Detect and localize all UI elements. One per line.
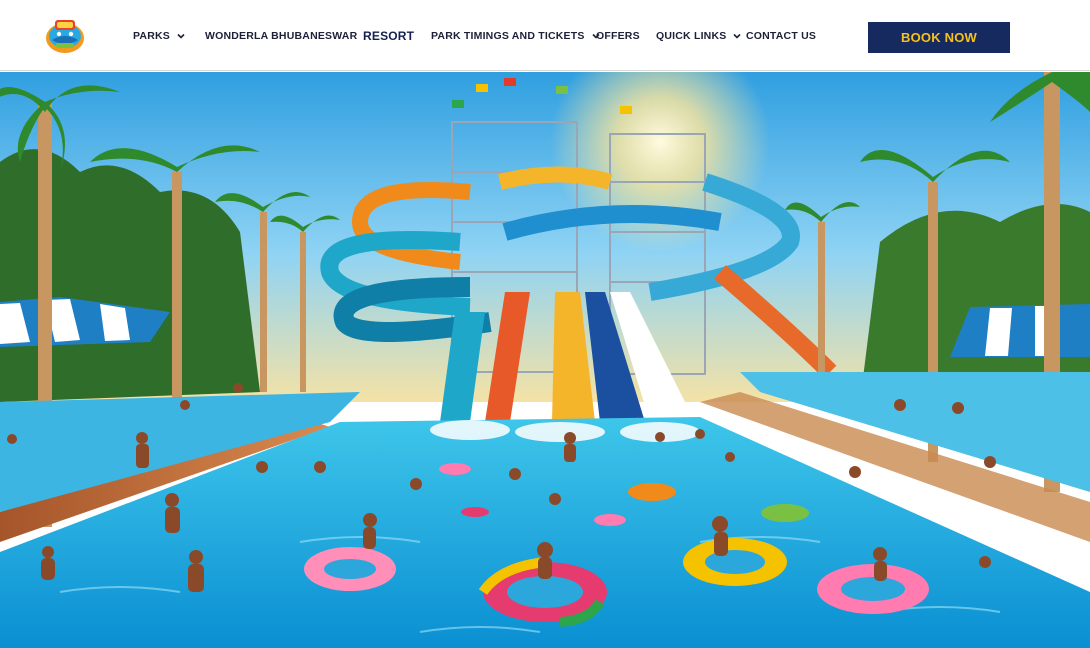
nav-item-label: CONTACT US: [746, 29, 817, 42]
nav-item-wonderla-bhubaneswar[interactable]: WONDERLA BHUBANESWAR: [205, 0, 357, 71]
nav-item-offers[interactable]: OFFERS: [596, 0, 640, 71]
chevron-down-icon: [176, 31, 186, 41]
water-park-illustration: [0, 72, 1090, 648]
nav-item-contact-us[interactable]: CONTACT US: [746, 0, 816, 71]
site-header: PARKS WONDERLA BHUBANESWAR RESORT PARK T…: [0, 0, 1090, 71]
nav-item-parks[interactable]: PARKS: [133, 0, 186, 71]
book-now-button[interactable]: BOOK NOW: [868, 22, 1010, 53]
nav-item-label: WONDERLA BHUBANESWAR: [205, 29, 358, 42]
nav-item-quick-links[interactable]: QUICK LINKS: [656, 0, 742, 71]
nav-item-label: RESORT: [363, 28, 415, 43]
chevron-down-icon: [732, 31, 742, 41]
nav-item-label: PARK TIMINGS AND TICKETS: [431, 29, 585, 42]
nav-item-label: OFFERS: [596, 29, 640, 42]
nav-item-resort[interactable]: RESORT: [363, 0, 414, 71]
nav-item-park-timings-and-tickets[interactable]: PARK TIMINGS AND TICKETS: [431, 0, 601, 71]
nav-item-label: QUICK LINKS: [656, 29, 727, 42]
hero-banner: [0, 72, 1090, 648]
nav-item-label: PARKS: [133, 29, 170, 42]
